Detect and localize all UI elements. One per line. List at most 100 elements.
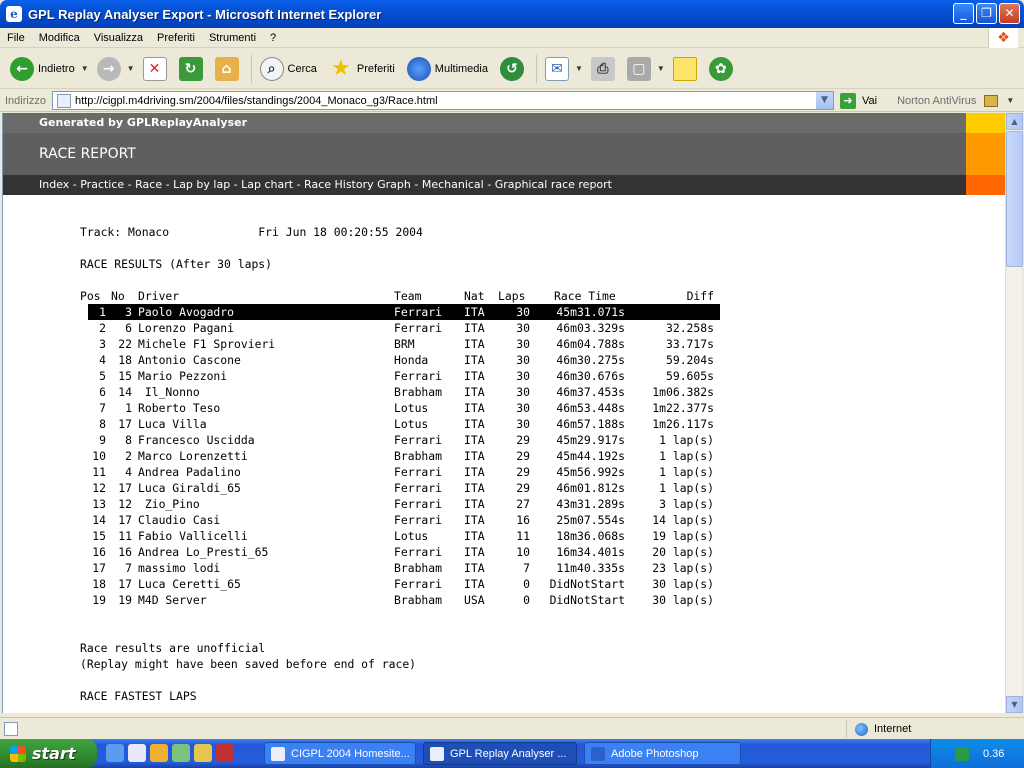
maximize-button[interactable]: ❐ — [976, 3, 997, 24]
cell-team: Lotus — [394, 401, 429, 415]
replay-note: (Replay might have been saved before end… — [80, 657, 417, 671]
cell-laps: 30 — [516, 321, 530, 335]
cell-time: 45m56.992s — [556, 465, 625, 479]
cell-laps: 0 — [523, 593, 530, 607]
chevron-down-icon[interactable]: ▼ — [815, 92, 833, 109]
chevron-down-icon[interactable]: ▼ — [127, 64, 135, 73]
status-bar: Internet — [0, 717, 1024, 739]
generated-by-banner: Generated by GPLReplayAnalyser — [3, 113, 966, 133]
go-button[interactable]: ➜ Vai — [839, 92, 877, 109]
printer-icon: ⎙ — [590, 56, 615, 81]
cell-pos: 18 — [92, 577, 106, 591]
menu-visualizza[interactable]: Visualizza — [87, 32, 150, 44]
notes-button[interactable] — [669, 52, 705, 86]
chevron-down-icon[interactable]: ▼ — [1006, 96, 1014, 105]
cell-laps: 16 — [516, 513, 530, 527]
back-arrow-icon: ← — [10, 56, 34, 81]
cell-no: 17 — [118, 577, 132, 591]
cell-laps: 30 — [516, 369, 530, 383]
desktop-quicklaunch-icon[interactable] — [128, 744, 146, 762]
results-row: 4 18 Antonio Cascone Honda ITA 30 46m30.275s 59… — [80, 352, 720, 368]
scroll-thumb[interactable] — [1006, 131, 1023, 267]
minimize-button[interactable]: _ — [953, 3, 974, 24]
clock: 0.36 — [983, 747, 1005, 760]
cell-driver: Francesco Uscidda — [138, 433, 255, 447]
url-field[interactable]: http://cigpl.m4driving.sm/2004/files/sta… — [51, 91, 834, 110]
stop-button[interactable]: ✕ — [139, 52, 175, 86]
chevron-down-icon[interactable]: ▼ — [657, 64, 665, 73]
menu-modifica[interactable]: Modifica — [32, 32, 87, 44]
url-text[interactable]: http://cigpl.m4driving.sm/2004/files/sta… — [75, 95, 438, 107]
cell-driver: Zio_Pino — [138, 497, 200, 511]
cell-nat: USA — [464, 593, 485, 607]
ie-quicklaunch-icon[interactable] — [106, 744, 124, 762]
menu-strumenti[interactable]: Strumenti — [202, 32, 263, 44]
tray-app-icon[interactable] — [955, 746, 969, 761]
cell-laps: 30 — [516, 337, 530, 351]
cell-diff: 30 lap(s) — [652, 593, 714, 607]
favorites-button[interactable]: ★ Preferiti — [325, 52, 403, 86]
tools-quicklaunch-icon[interactable] — [194, 744, 212, 762]
menu-file[interactable]: File — [0, 32, 32, 44]
col-no: No — [111, 289, 125, 303]
results-row: 6 14 Il_Nonno Brabham ITA 30 46m37.453s 1m06.3… — [80, 384, 720, 400]
cell-no: 4 — [125, 465, 132, 479]
back-button[interactable]: ← Indietro ▼ — [6, 52, 93, 86]
menu-help[interactable]: ? — [263, 32, 283, 44]
cell-team: Lotus — [394, 417, 429, 431]
cell-team: Brabham — [394, 561, 443, 575]
chevron-down-icon[interactable]: ▼ — [81, 64, 89, 73]
cell-no: 17 — [118, 417, 132, 431]
close-button[interactable]: ✕ — [999, 3, 1020, 24]
history-button[interactable]: ↺ — [496, 52, 532, 86]
cell-diff: 59.605s — [665, 369, 714, 383]
cell-diff: 14 lap(s) — [652, 513, 714, 527]
toolbar-separator — [250, 54, 252, 83]
cell-team: Ferrari — [394, 513, 443, 527]
cell-nat: ITA — [464, 449, 485, 463]
cell-no: 15 — [118, 369, 132, 383]
results-row: 11 4 Andrea Padalino Ferrari ITA 29 45m56.992s… — [80, 464, 720, 480]
scroll-down-button[interactable]: ▼ — [1006, 696, 1023, 713]
cell-driver: Il_Nonno — [138, 385, 200, 399]
cell-driver: M4D Server — [138, 593, 207, 607]
menu-preferiti[interactable]: Preferiti — [150, 32, 202, 44]
cell-team: Brabham — [394, 385, 443, 399]
task-photoshop[interactable]: Adobe Photoshop — [584, 742, 741, 765]
scroll-up-button[interactable]: ▲ — [1006, 113, 1023, 130]
cell-nat: ITA — [464, 545, 485, 559]
start-button[interactable]: start — [0, 739, 97, 768]
unofficial-note: Race results are unofficial — [80, 641, 266, 655]
cell-laps: 29 — [516, 449, 530, 463]
cell-nat: ITA — [464, 497, 485, 511]
search-button[interactable]: ⌕ Cerca — [256, 52, 325, 86]
results-row: 13 12 Zio_Pino Ferrari ITA 27 43m31.289s 3 lap… — [80, 496, 720, 512]
vertical-scrollbar[interactable]: ▲ ▼ — [1005, 113, 1023, 713]
cell-nat: ITA — [464, 401, 485, 415]
ie-logo-icon: e — [6, 6, 22, 22]
chevron-down-icon[interactable]: ▼ — [575, 64, 583, 73]
nav-links[interactable]: Index - Practice - Race - Lap by lap - L… — [3, 175, 966, 195]
app-quicklaunch-icon[interactable] — [172, 744, 190, 762]
cell-pos: 19 — [92, 593, 106, 607]
forward-button[interactable]: → ▼ — [93, 52, 139, 86]
cell-laps: 11 — [516, 529, 530, 543]
norton-antivirus-button[interactable]: Norton AntiVirus ▼ — [897, 94, 1014, 107]
media-quicklaunch-icon[interactable] — [150, 744, 168, 762]
cell-time: 46m53.448s — [556, 401, 625, 415]
task-homesite[interactable]: CIGPL 2004 Homesite... — [264, 742, 416, 765]
cell-driver: Luca Ceretti_65 — [138, 577, 241, 591]
mail-button[interactable]: ✉ ▼ — [541, 52, 587, 86]
task-replay-analyser[interactable]: GPL Replay Analyser ... — [423, 742, 577, 765]
refresh-button[interactable]: ↻ — [175, 52, 211, 86]
acrobat-quicklaunch-icon[interactable] — [216, 744, 234, 762]
edit-button[interactable]: ▢ ▼ — [623, 52, 669, 86]
print-button[interactable]: ⎙ — [587, 52, 623, 86]
mail-icon: ✉ — [544, 56, 569, 81]
home-button[interactable]: ⌂ — [211, 52, 247, 86]
title-bar[interactable]: e GPL Replay Analyser Export - Microsoft… — [0, 0, 1024, 28]
media-button[interactable]: Multimedia — [403, 52, 496, 86]
icq-button[interactable]: ✿ — [705, 52, 741, 86]
cell-pos: 3 — [99, 337, 106, 351]
cell-team: Ferrari — [394, 577, 443, 591]
